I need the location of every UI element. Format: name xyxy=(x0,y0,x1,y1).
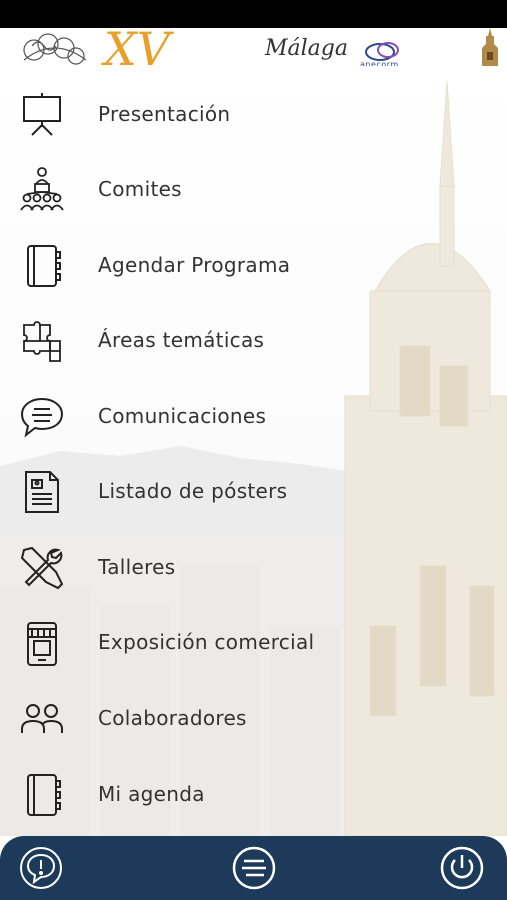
menu-item-mi-agenda[interactable]: Mi agenda xyxy=(0,760,507,830)
menu-item-presentacion[interactable]: Presentación xyxy=(0,80,507,150)
menu-item-label: Agendar Programa xyxy=(98,253,291,277)
menu-item-comunicaciones[interactable]: Comunicaciones xyxy=(0,382,507,452)
speech-bubble-icon xyxy=(20,397,64,438)
anecorm-logo: anecorm xyxy=(358,40,406,68)
menu-item-agendar-programa[interactable]: Agendar Programa xyxy=(0,231,507,301)
cathedral-tower-icon xyxy=(482,28,498,68)
menu-item-label: Talleres xyxy=(98,555,176,579)
committee-icon xyxy=(20,167,64,211)
menu-item-areas-tematicas[interactable]: Áreas temáticas xyxy=(0,306,507,376)
menu-item-label: Áreas temáticas xyxy=(98,328,265,352)
notebook-icon xyxy=(27,245,61,287)
puzzle-icon xyxy=(23,321,61,362)
shop-phone-icon xyxy=(27,622,57,666)
menu-item-label: Colaboradores xyxy=(98,706,247,730)
alert-bubble-icon[interactable] xyxy=(19,846,63,890)
menu-item-label: Comunicaciones xyxy=(98,404,267,428)
menu-item-colaboradores[interactable]: Colaboradores xyxy=(0,684,507,754)
menu-item-label: Listado de pósters xyxy=(98,479,288,503)
poster-document-icon xyxy=(25,471,59,513)
menu-item-comites[interactable]: Comites xyxy=(0,155,507,225)
menu-item-talleres[interactable]: Talleres xyxy=(0,533,507,603)
notebook-icon xyxy=(27,774,61,816)
status-bar xyxy=(0,0,507,28)
presentation-board-icon xyxy=(23,93,61,136)
menu-item-label: Presentación xyxy=(98,102,231,126)
congress-logo-icon xyxy=(23,33,87,65)
people-icon xyxy=(21,704,63,733)
menu-item-label: Mi agenda xyxy=(98,782,205,806)
city-logo: Málaga xyxy=(265,36,348,61)
tools-icon xyxy=(20,546,64,590)
menu-item-listado-posters[interactable]: Listado de pósters xyxy=(0,457,507,527)
menu-icon[interactable] xyxy=(232,846,276,890)
header-banner: XV Málaga anecorm xyxy=(0,28,507,68)
power-icon[interactable] xyxy=(440,846,484,890)
ring-logo-icon xyxy=(365,42,399,61)
menu-item-label: Exposición comercial xyxy=(98,630,315,654)
menu-item-label: Comites xyxy=(98,177,182,201)
bottom-tab-bar xyxy=(0,836,507,900)
menu-item-exposicion-comercial[interactable]: Exposición comercial xyxy=(0,608,507,678)
edition-logo-icon: XV xyxy=(104,28,170,68)
